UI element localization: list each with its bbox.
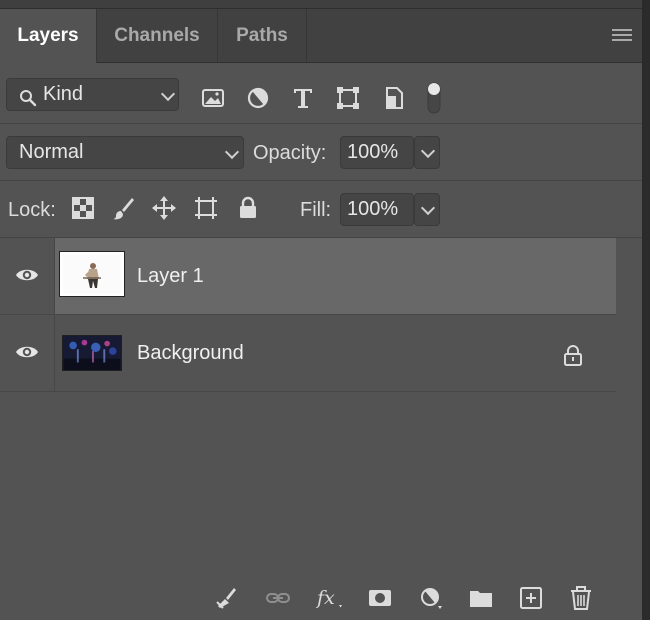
visibility-column [0,238,55,314]
layer-mask-icon[interactable] [367,585,393,611]
search-icon [19,86,37,107]
tab-paths[interactable]: Paths [218,9,307,62]
filter-toggle-icon[interactable] [426,81,442,115]
lock-icon[interactable] [562,343,584,367]
image-filter-icon[interactable] [200,85,226,111]
lock-all-icon[interactable] [235,195,261,221]
artboard-lock-icon[interactable] [193,195,219,221]
filter-row: Kind [0,63,642,124]
brush-cleanup-icon[interactable] [214,585,240,611]
fx-icon[interactable]: fx [316,585,346,611]
fill-value: 100% [347,198,399,220]
layer-row[interactable]: Layer 1 [0,238,616,315]
new-layer-icon[interactable] [518,585,544,611]
filter-kind-dropdown[interactable]: Kind [6,78,179,111]
opacity-label: Opacity: [253,142,327,164]
type-filter-icon[interactable] [290,85,316,111]
tab-channels[interactable]: Channels [97,9,218,62]
lock-image-pixels-icon[interactable] [110,195,136,221]
fill-input[interactable]: 100% [340,193,414,226]
chevron-down-icon [420,143,436,159]
opacity-input[interactable]: 100% [340,136,414,169]
blend-mode-value: Normal [19,141,84,163]
smart-object-filter-icon[interactable] [381,85,407,111]
panel-menu-icon[interactable] [612,29,632,43]
stage-lights-thumbnail-image [63,336,121,370]
eye-icon[interactable] [15,342,39,362]
bottom-toolbar: fx [0,574,642,620]
lock-position-icon[interactable] [151,195,177,221]
layer-thumbnail[interactable] [59,251,125,297]
lock-transparent-pixels-icon[interactable] [70,195,96,221]
blend-mode-dropdown[interactable]: Normal [6,136,244,169]
tab-bar: Layers Channels Paths [0,9,642,63]
opacity-value: 100% [347,141,399,163]
fill-dropdown-button[interactable] [414,193,440,226]
panel-top-edge [0,0,642,9]
chevron-down-icon [224,144,240,160]
fill-label: Fill: [300,199,332,221]
blend-row: Normal Opacity: 100% [0,124,642,181]
svg-text:fx: fx [316,587,335,609]
layer-row[interactable]: Background [0,315,616,392]
eye-icon[interactable] [15,265,39,285]
lock-row: Lock: Fill: 100% [0,181,642,238]
tab-layers[interactable]: Layers [0,9,97,63]
shape-filter-icon[interactable] [335,85,361,111]
layer-name[interactable]: Background [137,315,244,391]
lock-label: Lock: [8,199,56,221]
visibility-column [0,315,55,391]
layers-panel: Layers Channels Paths Kind Normal Opacit… [0,0,644,620]
filter-kind-label: Kind [43,83,84,105]
adjustment-layer-icon[interactable] [418,585,444,611]
trash-icon[interactable] [568,585,594,611]
layer-name[interactable]: Layer 1 [137,238,204,314]
group-folder-icon[interactable] [468,585,494,611]
opacity-dropdown-button[interactable] [414,136,440,169]
chevron-down-icon [160,86,176,102]
layer-thumbnail[interactable] [62,335,122,371]
link-layers-icon[interactable] [265,585,291,611]
chevron-down-icon [420,200,436,216]
adjustment-filter-icon[interactable] [245,85,271,111]
person-figure-thumbnail-image [63,255,121,293]
